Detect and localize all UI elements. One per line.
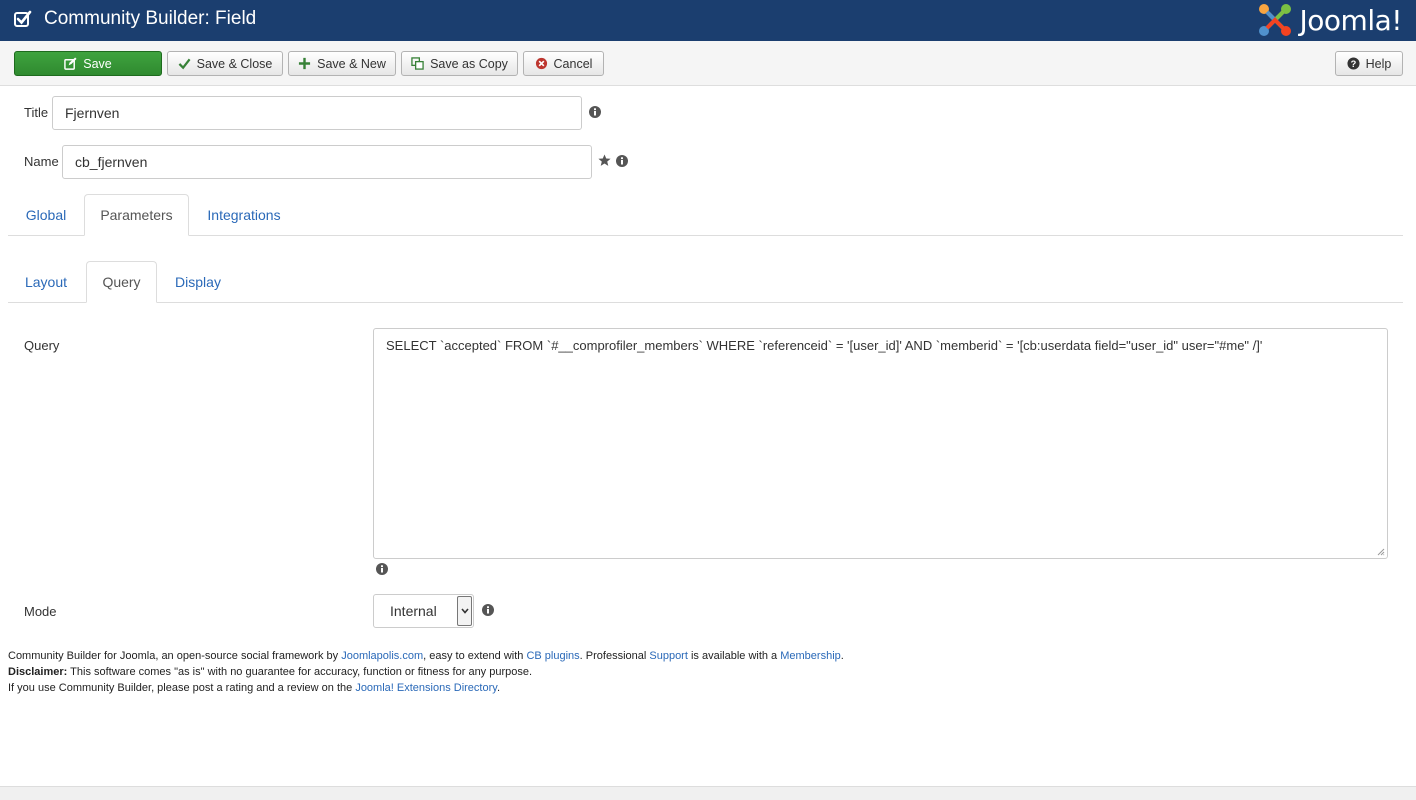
info-icon[interactable]	[589, 106, 601, 118]
save-button[interactable]: Save	[14, 51, 162, 76]
header-bar: Community Builder: Field Joomla!	[0, 0, 1416, 41]
check-icon	[178, 58, 191, 70]
info-icon[interactable]	[616, 155, 628, 167]
tab-global[interactable]: Global	[12, 194, 80, 235]
plus-icon	[299, 57, 311, 70]
save-button-label: Save	[83, 56, 112, 71]
page-title: Community Builder: Field	[44, 8, 257, 29]
footer: Community Builder for Joomla, an open-so…	[8, 648, 844, 696]
footer-line-2: Disclaimer: This software comes "as is" …	[8, 666, 533, 678]
select-arrow[interactable]	[457, 596, 472, 626]
membership-link[interactable]: Membership	[780, 650, 841, 662]
save-close-label: Save & Close	[196, 56, 273, 71]
tab-query[interactable]: Query	[86, 261, 157, 303]
star-icon	[598, 154, 611, 166]
support-link[interactable]: Support	[649, 650, 688, 662]
name-input[interactable]: cb_fjernven	[62, 145, 592, 179]
save-copy-label: Save as Copy	[430, 56, 508, 71]
extensions-directory-link[interactable]: Joomla! Extensions Directory	[355, 682, 497, 694]
save-close-button[interactable]: Save & Close	[167, 51, 283, 76]
copy-icon	[411, 57, 424, 70]
cancel-label: Cancel	[553, 56, 593, 71]
info-icon[interactable]	[482, 604, 494, 616]
checkbox-edit-icon	[14, 10, 32, 27]
mode-selected-value: Internal	[390, 603, 437, 619]
resize-grip-icon[interactable]	[1377, 548, 1385, 556]
toolbar: Save Save & Close Save & New Save as Cop…	[0, 41, 1416, 86]
cancel-button[interactable]: Cancel	[523, 51, 604, 76]
joomla-logo[interactable]: Joomla!	[1256, 1, 1403, 39]
mode-select[interactable]: Internal	[373, 594, 474, 628]
help-button[interactable]: ? Help	[1335, 51, 1403, 76]
query-textarea[interactable]: SELECT `accepted` FROM `#__comprofiler_m…	[373, 328, 1388, 559]
name-label: Name	[24, 154, 59, 169]
chevron-down-icon	[460, 608, 469, 614]
footer-line-1: Community Builder for Joomla, an open-so…	[8, 650, 844, 662]
title-label: Title	[24, 105, 49, 120]
save-copy-button[interactable]: Save as Copy	[401, 51, 518, 76]
joomlapolis-link[interactable]: Joomlapolis.com	[341, 650, 423, 662]
save-new-button[interactable]: Save & New	[288, 51, 396, 76]
joomla-logo-text: Joomla!	[1299, 3, 1403, 37]
edit-icon	[64, 57, 77, 70]
mode-label: Mode	[24, 604, 57, 619]
title-input[interactable]: Fjernven	[52, 96, 582, 130]
question-circle-icon: ?	[1347, 57, 1360, 70]
main-tabs: Global Parameters Integrations	[8, 194, 1403, 236]
sub-tabs: Layout Query Display	[8, 261, 1403, 303]
save-new-label: Save & New	[317, 56, 386, 71]
footer-line-3: If you use Community Builder, please pos…	[8, 682, 500, 694]
tab-display[interactable]: Display	[162, 261, 234, 302]
cancel-circle-icon	[535, 57, 547, 70]
help-label: Help	[1365, 56, 1392, 71]
tab-layout[interactable]: Layout	[12, 261, 80, 302]
cb-plugins-link[interactable]: CB plugins	[526, 650, 579, 662]
status-bar	[0, 786, 1416, 800]
tab-parameters[interactable]: Parameters	[84, 194, 189, 236]
svg-text:?: ?	[1350, 59, 1356, 69]
tab-integrations[interactable]: Integrations	[194, 194, 294, 235]
disclaimer-label: Disclaimer:	[8, 666, 68, 678]
query-label: Query	[24, 338, 60, 353]
joomla-logo-icon	[1258, 4, 1291, 36]
query-text: SELECT `accepted` FROM `#__comprofiler_m…	[386, 338, 1263, 353]
info-icon[interactable]	[376, 563, 388, 575]
